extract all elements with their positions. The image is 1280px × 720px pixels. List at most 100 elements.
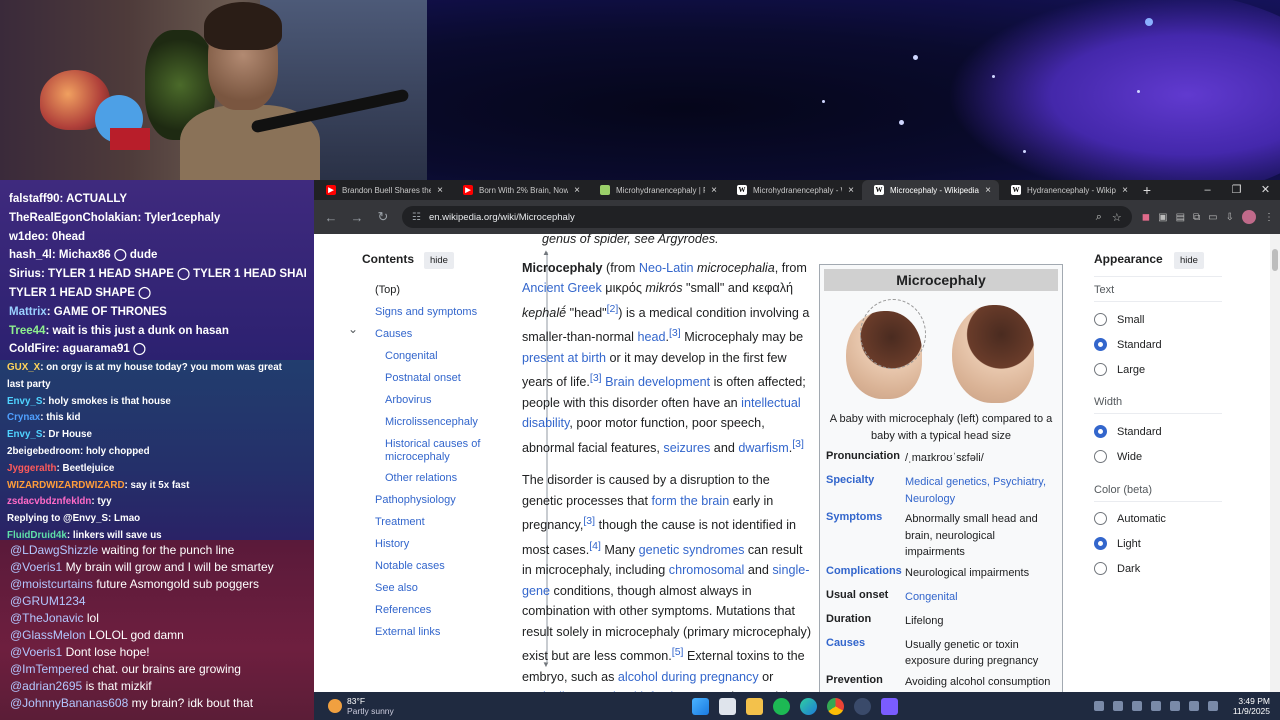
radio-option[interactable]: Wide xyxy=(1094,450,1142,463)
chat-username[interactable]: WIZARDWIZARDWIZARD xyxy=(7,480,125,491)
edge-icon[interactable] xyxy=(800,697,817,715)
sidebar-icon[interactable]: ▭ xyxy=(1208,212,1217,223)
radio-button[interactable] xyxy=(1094,512,1107,525)
zoom-icon[interactable]: ⌕ xyxy=(1096,211,1102,224)
infobox-label[interactable]: Complications xyxy=(826,565,902,577)
reload-icon[interactable]: ↻ xyxy=(372,209,394,225)
radio-button[interactable] xyxy=(1094,450,1107,463)
chat-username[interactable]: falstaff90 xyxy=(9,193,60,205)
tab-close-icon[interactable]: × xyxy=(711,185,717,196)
toc-item[interactable]: Arbovirus xyxy=(385,394,495,407)
infobox-label[interactable]: Symptoms xyxy=(826,511,882,523)
weather-widget[interactable]: 83°F Partly sunny xyxy=(314,696,394,716)
chat-username[interactable]: @ImTempered xyxy=(10,662,89,676)
address-bar[interactable]: ☷ en.wikipedia.org/wiki/Microcephaly ⌕ ☆ xyxy=(402,206,1132,228)
radio-button[interactable] xyxy=(1094,338,1107,351)
tray-icon[interactable] xyxy=(1112,701,1123,711)
chat-username[interactable]: Mattrix xyxy=(9,306,47,318)
app-icon[interactable] xyxy=(854,697,871,715)
new-tab-button[interactable]: + xyxy=(1136,180,1158,200)
browser-tab[interactable]: Microhydranencephaly | Pr × xyxy=(588,180,725,200)
chat-username[interactable]: @moistcurtains xyxy=(10,577,93,591)
toc-item[interactable]: Congenital xyxy=(385,350,495,363)
chat-username[interactable]: @LDawgShizzle xyxy=(10,543,98,557)
site-info-icon[interactable]: ☷ xyxy=(412,212,421,223)
volume-icon[interactable] xyxy=(1207,701,1218,711)
tab-close-icon[interactable]: × xyxy=(437,185,443,196)
tray-icon[interactable] xyxy=(1093,701,1104,711)
tray-icon[interactable] xyxy=(1150,701,1161,711)
chat-username[interactable]: @GRUM1234 xyxy=(10,594,86,608)
chrome-icon[interactable] xyxy=(827,697,844,715)
radio-button[interactable] xyxy=(1094,363,1107,376)
toc-scroll-up-icon[interactable]: ▲ xyxy=(542,248,550,257)
chat-username[interactable]: Crynax xyxy=(7,412,40,423)
toc-item[interactable]: Treatment xyxy=(375,516,425,529)
tab-close-icon[interactable]: × xyxy=(985,185,991,196)
chat-username[interactable]: 2beigebedroom xyxy=(7,446,80,457)
tray-icon[interactable] xyxy=(1169,701,1180,711)
radio-option[interactable]: Standard xyxy=(1094,425,1162,438)
appearance-hide-button[interactable]: hide xyxy=(1174,252,1204,269)
toc-item[interactable]: Signs and symptoms xyxy=(375,306,477,319)
chat-username[interactable]: hash_4l xyxy=(9,249,52,261)
browser-tab[interactable]: W Microhydranencephaly - W × xyxy=(725,180,862,200)
tray-icon[interactable] xyxy=(1131,701,1142,711)
radio-option[interactable]: Dark xyxy=(1094,562,1140,575)
radio-option[interactable]: Standard xyxy=(1094,338,1162,351)
chat-username[interactable]: ColdFire xyxy=(9,343,56,355)
toc-item[interactable]: Microlissencephaly xyxy=(385,416,495,429)
spotify-icon[interactable] xyxy=(773,697,790,715)
chat-username[interactable]: Jyggeralth xyxy=(7,463,57,474)
chat-username[interactable]: @Voeris1 xyxy=(10,560,62,574)
windows-start-icon[interactable] xyxy=(692,697,709,715)
toc-expand-chevron-icon[interactable]: ⌄ xyxy=(348,322,358,336)
browser-tab[interactable]: W Microcephaly - Wikipedia × xyxy=(862,180,999,200)
tab-close-icon[interactable]: × xyxy=(848,185,854,196)
toc-item[interactable]: References xyxy=(375,604,431,617)
chat-username[interactable]: zsdacvbdznfekldn xyxy=(7,496,91,507)
clock[interactable]: 3:49 PM 11/9/2025 xyxy=(1233,696,1270,716)
radio-option[interactable]: Small xyxy=(1094,313,1145,326)
browser-tab[interactable]: ▶ Born With 2% Brain, Now D × xyxy=(451,180,588,200)
bookmark-star-icon[interactable]: ☆ xyxy=(1112,211,1122,224)
chat-username[interactable]: @adrian2695 xyxy=(10,679,82,693)
chat-username[interactable]: Envy_S xyxy=(7,429,42,440)
radio-button[interactable] xyxy=(1094,425,1107,438)
forward-arrow-icon[interactable]: → xyxy=(346,210,368,225)
toc-item[interactable]: Historical causes of microcephaly xyxy=(385,438,495,464)
tab-close-icon[interactable]: × xyxy=(1122,185,1128,196)
radio-button[interactable] xyxy=(1094,537,1107,550)
tab-close-icon[interactable]: × xyxy=(574,185,580,196)
profile-avatar[interactable] xyxy=(1242,210,1256,224)
radio-option[interactable]: Automatic xyxy=(1094,512,1166,525)
chat-username[interactable]: @TheJonavic xyxy=(10,611,84,625)
toc-item[interactable]: Notable cases xyxy=(375,560,445,573)
extension-icon[interactable]: ▤ xyxy=(1176,212,1185,223)
downloads-icon[interactable]: ⇩ xyxy=(1226,212,1234,223)
toc-item[interactable]: Postnatal onset xyxy=(385,372,495,385)
app-icon[interactable] xyxy=(881,697,898,715)
chat-username[interactable]: @GlassMelon xyxy=(10,628,86,642)
toc-item[interactable]: Pathophysiology xyxy=(375,494,456,507)
maximize-button[interactable]: ❐ xyxy=(1222,180,1251,200)
chat-username[interactable]: TheRealEgonCholakian xyxy=(9,212,137,224)
close-window-button[interactable]: ✕ xyxy=(1251,180,1280,200)
file-explorer-icon[interactable] xyxy=(746,697,763,715)
menu-icon[interactable]: ⋮ xyxy=(1264,212,1274,223)
chat-username[interactable]: @Voeris1 xyxy=(10,645,62,659)
puzzle-icon[interactable]: ⧉ xyxy=(1193,212,1200,223)
toc-item[interactable]: See also xyxy=(375,582,418,595)
chat-username[interactable]: FluidDruid4k xyxy=(7,530,67,540)
wifi-icon[interactable] xyxy=(1188,701,1199,711)
toc-item[interactable]: External links xyxy=(375,626,440,639)
chat-username[interactable]: Tree44 xyxy=(9,325,45,337)
toc-item[interactable]: Causes xyxy=(375,328,412,341)
task-view-icon[interactable] xyxy=(719,697,736,715)
toc-item[interactable]: History xyxy=(375,538,409,551)
radio-option[interactable]: Light xyxy=(1094,537,1141,550)
toc-hide-button[interactable]: hide xyxy=(424,252,454,269)
radio-button[interactable] xyxy=(1094,562,1107,575)
radio-option[interactable]: Large xyxy=(1094,363,1145,376)
radio-button[interactable] xyxy=(1094,313,1107,326)
